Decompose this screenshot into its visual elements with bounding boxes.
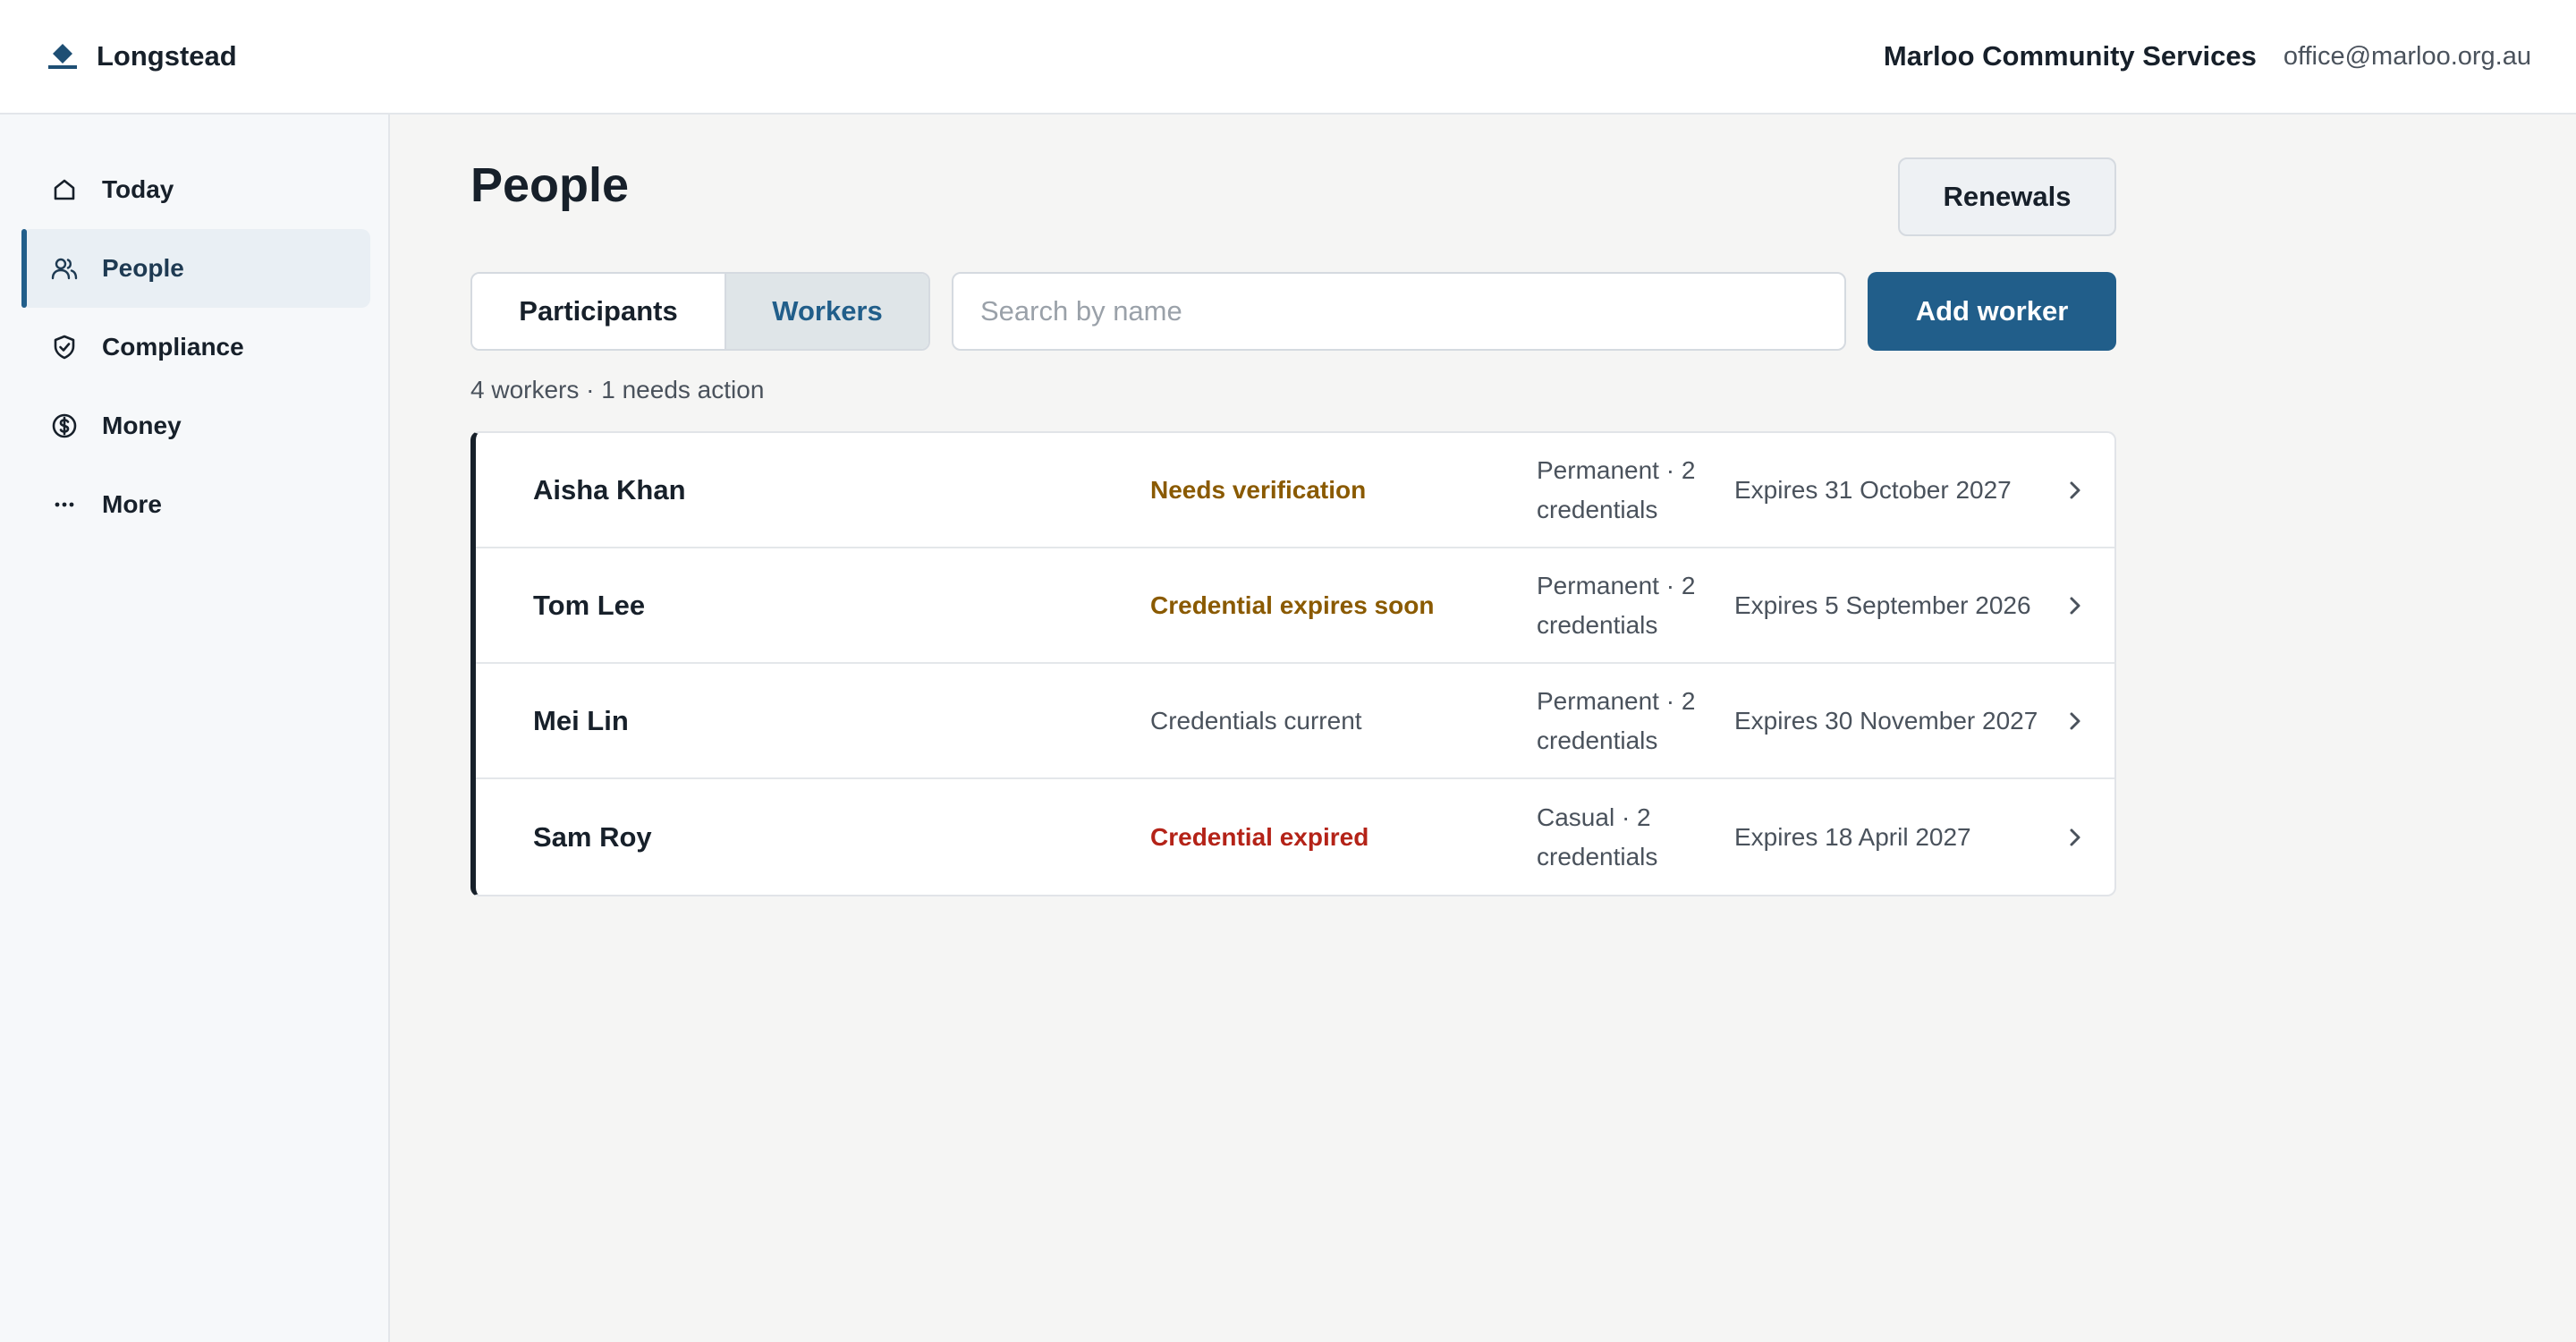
worker-expiry: Expires 18 April 2027 xyxy=(1734,822,1971,851)
sidebar-item-label: Compliance xyxy=(102,333,244,361)
worker-name: Mei Lin xyxy=(533,704,629,736)
org-name: Marloo Community Services xyxy=(1883,40,2257,72)
chevron-right-icon xyxy=(2061,664,2089,777)
worker-name: Tom Lee xyxy=(533,589,646,621)
worker-row[interactable]: Aisha Khan Needs verification Permanent … xyxy=(476,433,2114,548)
top-bar: Longstead Marloo Community Services offi… xyxy=(0,0,2576,115)
chevron-right-icon xyxy=(2061,433,2089,547)
worker-employment: Permanent · 2 credentials xyxy=(1537,455,1696,523)
renewals-button[interactable]: Renewals xyxy=(1898,157,2116,236)
sidebar-item-label: Money xyxy=(102,412,182,439)
main-content: People Renewals Participants Workers Add… xyxy=(390,115,2576,1342)
worker-expiry: Expires 30 November 2027 xyxy=(1734,706,2038,735)
sidebar-item-money[interactable]: Money xyxy=(21,386,370,465)
home-icon xyxy=(50,175,79,204)
tab-workers[interactable]: Workers xyxy=(726,274,928,349)
tab-participants[interactable]: Participants xyxy=(472,274,726,349)
worker-expiry: Expires 31 October 2027 xyxy=(1734,475,2012,504)
worker-status: Needs verification xyxy=(1150,475,1367,504)
worker-row[interactable]: Mei Lin Credentials current Permanent · … xyxy=(476,664,2114,779)
add-worker-button[interactable]: Add worker xyxy=(1868,272,2116,351)
sidebar-item-compliance[interactable]: Compliance xyxy=(21,308,370,386)
workers-list: Aisha Khan Needs verification Permanent … xyxy=(470,431,2116,896)
people-icon xyxy=(50,254,79,283)
shield-check-icon xyxy=(50,333,79,361)
chevron-right-icon xyxy=(2061,548,2089,662)
worker-status: Credential expired xyxy=(1150,822,1369,851)
people-type-toggle: Participants Workers xyxy=(470,272,930,351)
workers-summary: 4 workers · 1 needs action xyxy=(470,376,765,403)
brand-name: Longstead xyxy=(97,40,237,72)
sidebar-item-more[interactable]: More xyxy=(21,465,370,544)
org-info: Marloo Community Services office@marloo.… xyxy=(1884,40,2531,72)
brand[interactable]: Longstead xyxy=(45,38,237,74)
worker-row[interactable]: Tom Lee Credential expires soon Permanen… xyxy=(476,548,2114,664)
sidebar-item-today[interactable]: Today xyxy=(21,150,370,229)
org-email: office@marloo.org.au xyxy=(2283,41,2531,71)
worker-status: Credential expires soon xyxy=(1150,590,1435,619)
sidebar: Today People Compliance Money More xyxy=(0,115,390,1342)
sidebar-item-label: More xyxy=(102,490,162,518)
sidebar-item-label: Today xyxy=(102,175,174,203)
page-title: People xyxy=(470,158,630,212)
worker-name: Sam Roy xyxy=(533,820,652,853)
worker-status: Credentials current xyxy=(1150,706,1362,735)
worker-employment: Casual · 2 credentials xyxy=(1537,803,1658,871)
more-dots-icon xyxy=(50,490,79,519)
worker-name: Aisha Khan xyxy=(533,473,686,505)
logo-icon xyxy=(45,38,80,74)
worker-employment: Permanent · 2 credentials xyxy=(1537,686,1696,754)
chevron-right-icon xyxy=(2061,779,2089,895)
sidebar-item-label: People xyxy=(102,254,184,282)
dollar-circle-icon xyxy=(50,412,79,440)
search-input[interactable] xyxy=(952,272,1846,351)
worker-expiry: Expires 5 September 2026 xyxy=(1734,590,2031,619)
worker-row[interactable]: Sam Roy Credential expired Casual · 2 cr… xyxy=(476,779,2114,895)
sidebar-item-people[interactable]: People xyxy=(21,229,370,308)
worker-employment: Permanent · 2 credentials xyxy=(1537,571,1696,639)
